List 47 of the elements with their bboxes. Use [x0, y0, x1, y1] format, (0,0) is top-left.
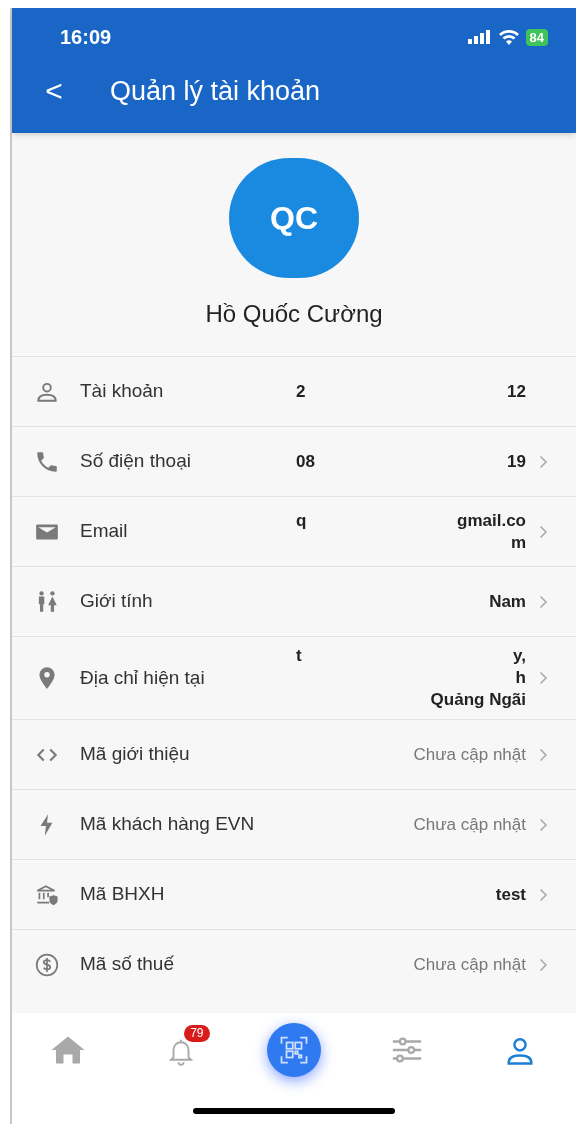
row-label: Mã BHXH — [80, 882, 165, 907]
wifi-icon — [497, 29, 520, 45]
row-value: 19 — [507, 450, 526, 473]
user-name: Hồ Quốc Cường — [205, 299, 383, 329]
row-value: 08 — [296, 450, 315, 473]
dollar-icon — [34, 951, 60, 978]
qr-code-icon[interactable] — [279, 1035, 309, 1065]
row-value: Quảng Ngãi — [430, 689, 526, 711]
back-button[interactable]: < — [34, 76, 74, 106]
row-label: Mã khách hàng EVN — [80, 812, 255, 837]
notification-badge: 79 — [184, 1025, 210, 1042]
page-title: Quản lý tài khoản — [110, 74, 321, 108]
info-row[interactable]: Email q gmail.co m — [12, 496, 576, 566]
row-label: Mã giới thiệu — [80, 742, 190, 767]
info-row[interactable]: Địa chỉ hiện tại t y, h Quảng Ngãi — [12, 636, 576, 719]
row-value: q — [296, 509, 307, 532]
row-value: m — [510, 531, 526, 554]
row-label: Địa chỉ hiện tại — [80, 665, 205, 690]
row-value: test — [495, 883, 526, 906]
row-value: h — [515, 667, 526, 689]
info-row[interactable]: Mã BHXH test — [12, 859, 576, 929]
status-time: 16:09 — [60, 25, 113, 50]
row-value: Nam — [489, 590, 526, 613]
info-row[interactable]: Mã số thuế Chưa cập nhật — [12, 929, 576, 999]
info-row[interactable]: Số điện thoại 08 19 — [12, 426, 576, 496]
signal-icon — [467, 30, 492, 44]
row-value: t — [296, 645, 302, 667]
row-value: Chưa cập nhật — [413, 953, 526, 976]
row-value: 12 — [507, 380, 526, 403]
row-value: y, — [513, 645, 526, 667]
row-label: Email — [80, 519, 128, 544]
info-row[interactable]: Giới tính Nam — [12, 566, 576, 636]
home-icon[interactable] — [50, 1035, 87, 1065]
row-value: Chưa cập nhật — [413, 743, 526, 766]
info-row[interactable]: Mã khách hàng EVN Chưa cập nhật — [12, 789, 576, 859]
row-label: Tài khoản — [80, 379, 164, 404]
row-label: Số điện thoại — [80, 449, 191, 474]
row-value: 2 — [296, 380, 306, 403]
info-row[interactable]: Mã giới thiệu Chưa cập nhật — [12, 719, 576, 789]
row-label: Mã số thuế — [80, 952, 174, 977]
row-label: Giới tính — [80, 589, 153, 614]
battery-level: 84 — [525, 28, 548, 46]
scan-button[interactable] — [267, 1023, 321, 1077]
info-row[interactable]: Tài khoản 2 12 — [12, 356, 576, 426]
avatar: QC — [229, 158, 359, 278]
row-value: Chưa cập nhật — [413, 813, 526, 836]
row-value: gmail.co — [457, 509, 526, 532]
